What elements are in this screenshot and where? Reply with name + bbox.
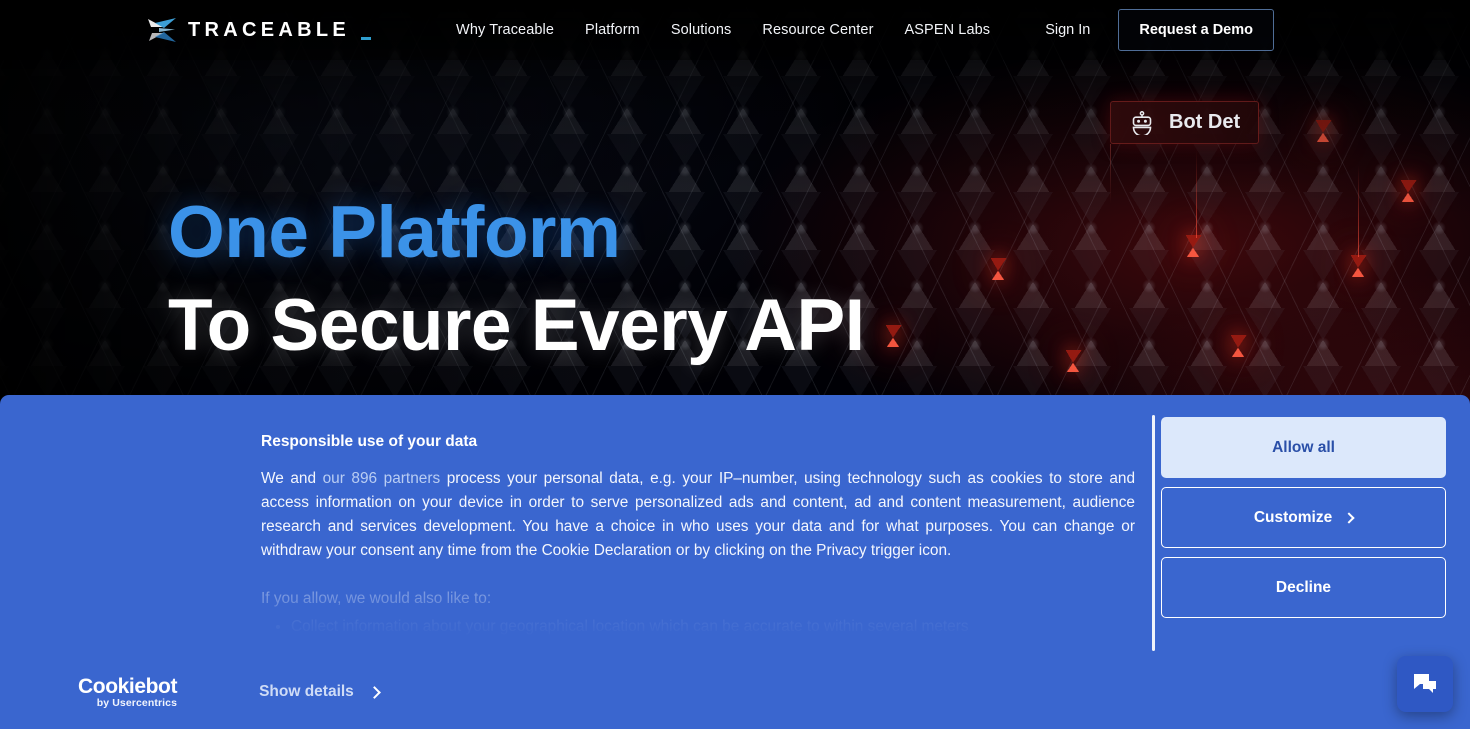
cookie-banner-subheading: If you allow, we would also like to: xyxy=(261,590,492,607)
cookie-body-part1: We and xyxy=(261,470,323,487)
chat-bubble-icon xyxy=(1414,674,1436,693)
decline-button[interactable]: Decline xyxy=(1161,557,1446,618)
logo-underscore-icon xyxy=(361,37,372,40)
cookie-banner-footer: Cookiebot by Usercentrics Show details xyxy=(0,655,1470,729)
cookie-consent-banner: Responsible use of your data We and our … xyxy=(0,395,1470,729)
nav-link-platform[interactable]: Platform xyxy=(585,22,640,38)
sign-in-link[interactable]: Sign In xyxy=(1045,22,1090,38)
allow-all-button[interactable]: Allow all xyxy=(1161,417,1446,478)
nav-link-why-traceable[interactable]: Why Traceable xyxy=(456,22,554,38)
hero-heading: One Platform To Secure Every API xyxy=(168,192,865,366)
cookie-banner-body: We and our 896 partners process your per… xyxy=(261,467,1135,563)
decline-label: Decline xyxy=(1275,578,1332,596)
hero-headline-line1: One Platform xyxy=(168,192,621,273)
customize-label: Customize xyxy=(1253,508,1333,526)
list-item: Collect information about your geographi… xyxy=(291,615,1152,639)
cookiebot-brand-sub: by Usercentrics xyxy=(96,696,178,709)
traceable-swoosh-icon xyxy=(148,18,176,42)
nav-links: Why Traceable Platform Solutions Resourc… xyxy=(456,22,990,38)
robot-icon xyxy=(1132,110,1152,135)
chat-widget-button[interactable] xyxy=(1397,656,1453,712)
cookiebot-brand-name: Cookiebot xyxy=(78,674,178,698)
request-demo-button[interactable]: Request a Demo xyxy=(1118,9,1274,51)
bot-badge-connector-line xyxy=(1110,144,1111,204)
traceable-logo[interactable]: TRACEABLE xyxy=(145,15,372,45)
nav-link-resource-center[interactable]: Resource Center xyxy=(762,22,873,38)
show-details-button[interactable]: Show details xyxy=(259,683,381,701)
cookie-banner-fade-overlay xyxy=(0,567,1152,655)
partners-link[interactable]: our 896 partners xyxy=(323,470,441,487)
nav-link-aspen-labs[interactable]: ASPEN Labs xyxy=(905,22,991,38)
cookie-banner-title: Responsible use of your data xyxy=(261,433,478,450)
nav-link-solutions[interactable]: Solutions xyxy=(671,22,732,38)
chevron-right-icon xyxy=(367,685,381,699)
logo-wordmark: TRACEABLE xyxy=(188,18,351,41)
bot-detection-badge[interactable]: Bot Det xyxy=(1110,101,1260,144)
allow-all-label: Allow all xyxy=(1272,438,1335,456)
chevron-right-icon xyxy=(1343,511,1355,524)
navbar-actions: Sign In Request a Demo xyxy=(1045,9,1274,51)
navbar: TRACEABLE Why Traceable Platform Solutio… xyxy=(0,0,1470,60)
show-details-label: Show details xyxy=(259,683,354,700)
page-root: TRACEABLE Why Traceable Platform Solutio… xyxy=(0,0,1470,729)
cookie-banner-purpose-list: Collect information about your geographi… xyxy=(291,615,1152,639)
hero-headline-line2: To Secure Every API xyxy=(168,285,865,366)
bot-badge-label: Bot Det xyxy=(1169,111,1241,133)
cookiebot-logo[interactable]: Cookiebot by Usercentrics xyxy=(78,676,177,709)
customize-button[interactable]: Customize xyxy=(1161,487,1446,548)
